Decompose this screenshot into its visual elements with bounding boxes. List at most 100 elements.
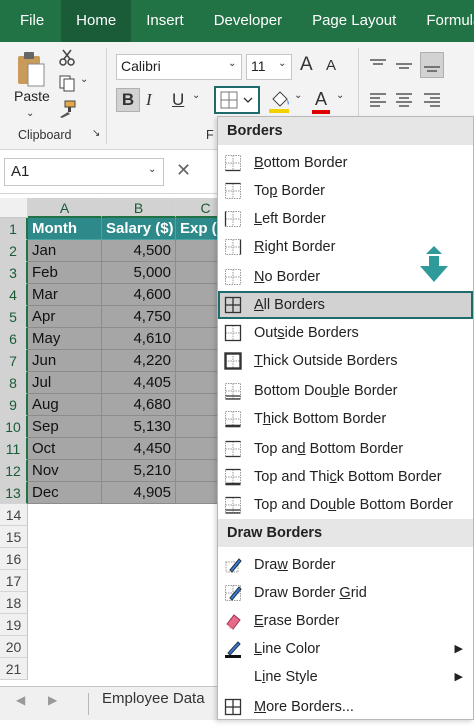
exp-cell[interactable] xyxy=(176,350,218,372)
align-left-icon[interactable] xyxy=(368,90,388,110)
clipboard-launcher-icon[interactable]: ↘ xyxy=(92,128,100,139)
bold-button[interactable]: B xyxy=(116,88,140,112)
exp-cell[interactable] xyxy=(176,262,218,284)
grow-font-button[interactable]: A xyxy=(300,54,313,76)
salary-cell[interactable]: 5,130 xyxy=(102,416,176,438)
tab-home[interactable]: Home xyxy=(61,0,132,42)
salary-cell[interactable]: 5,000 xyxy=(102,262,176,284)
select-all-corner[interactable] xyxy=(0,198,28,218)
row-header[interactable]: 15 xyxy=(0,526,28,548)
font-name-box[interactable]: Calibri xyxy=(116,54,242,80)
month-cell[interactable]: Aug xyxy=(28,394,102,416)
font-color-button[interactable]: A xyxy=(312,88,330,114)
tab-file[interactable]: File xyxy=(0,0,58,42)
salary-cell[interactable]: 4,500 xyxy=(102,240,176,262)
salary-cell[interactable]: 4,220 xyxy=(102,350,176,372)
header-cell-exp[interactable]: Exp ($ xyxy=(176,218,218,240)
fill-color-icon[interactable] xyxy=(268,88,292,114)
row-header[interactable]: 13 xyxy=(0,482,28,504)
row-header[interactable]: 9 xyxy=(0,394,28,416)
menu-item-top-and-bottom-border[interactable]: Top and Bottom Border xyxy=(218,435,473,463)
month-cell[interactable]: Jul xyxy=(28,372,102,394)
menu-item-draw-border-grid[interactable]: Draw Border Grid xyxy=(218,579,473,607)
tab-insert[interactable]: Insert xyxy=(131,0,199,42)
tab-formulas[interactable]: Formulas xyxy=(411,0,474,42)
header-cell-salary[interactable]: Salary ($) xyxy=(102,218,176,240)
menu-item-bottom-border[interactable]: Bottom Border xyxy=(218,149,473,177)
month-cell[interactable]: Jan xyxy=(28,240,102,262)
sheet-scroll-right-icon[interactable]: ▶ xyxy=(48,693,57,707)
row-header[interactable]: 21 xyxy=(0,658,28,680)
row-header[interactable]: 3 xyxy=(0,262,28,284)
row-header[interactable]: 1 xyxy=(0,218,28,240)
name-box-dropdown-icon[interactable]: ⌄ xyxy=(148,164,156,175)
salary-cell[interactable]: 4,600 xyxy=(102,284,176,306)
salary-cell[interactable]: 4,610 xyxy=(102,328,176,350)
exp-cell[interactable] xyxy=(176,482,218,504)
menu-item-thick-bottom-border[interactable]: Thick Bottom Border xyxy=(218,405,473,433)
align-top-icon[interactable] xyxy=(368,56,388,76)
column-header-a[interactable]: A xyxy=(28,198,102,218)
row-header[interactable]: 4 xyxy=(0,284,28,306)
month-cell[interactable]: Feb xyxy=(28,262,102,284)
row-header[interactable]: 17 xyxy=(0,570,28,592)
row-header[interactable]: 20 xyxy=(0,636,28,658)
menu-item-erase-border[interactable]: Erase Border xyxy=(218,607,473,635)
salary-cell[interactable]: 5,210 xyxy=(102,460,176,482)
row-header[interactable]: 7 xyxy=(0,350,28,372)
exp-cell[interactable] xyxy=(176,416,218,438)
menu-item-top-border[interactable]: Top Border xyxy=(218,177,473,205)
menu-item-line-color[interactable]: Line Color ▶ xyxy=(218,635,473,663)
menu-item-draw-border[interactable]: Draw Border xyxy=(218,551,473,579)
underline-dropdown-icon[interactable]: ⌄ xyxy=(192,90,200,101)
font-name-dropdown-icon[interactable]: ⌄ xyxy=(228,58,236,69)
sheet-scroll-left-icon[interactable]: ◀ xyxy=(16,693,25,707)
menu-item-top-and-thick-bottom-border[interactable]: Top and Thick Bottom Border xyxy=(218,463,473,491)
exp-cell[interactable] xyxy=(176,460,218,482)
shrink-font-button[interactable]: A xyxy=(326,57,336,74)
exp-cell[interactable] xyxy=(176,394,218,416)
fill-color-dropdown-icon[interactable]: ⌄ xyxy=(294,90,302,101)
month-cell[interactable]: Dec xyxy=(28,482,102,504)
menu-item-outside-borders[interactable]: Outside Borders xyxy=(218,319,473,347)
salary-cell[interactable]: 4,905 xyxy=(102,482,176,504)
row-header[interactable]: 2 xyxy=(0,240,28,262)
font-color-dropdown-icon[interactable]: ⌄ xyxy=(336,90,344,101)
salary-cell[interactable]: 4,405 xyxy=(102,372,176,394)
month-cell[interactable]: Oct xyxy=(28,438,102,460)
row-header[interactable]: 8 xyxy=(0,372,28,394)
header-cell-month[interactable]: Month xyxy=(28,218,102,240)
paste-dropdown-icon[interactable]: ⌄ xyxy=(26,108,34,119)
cut-icon[interactable] xyxy=(58,48,76,66)
italic-button[interactable]: I xyxy=(146,90,152,110)
month-cell[interactable]: Jun xyxy=(28,350,102,372)
paste-button-label[interactable]: Paste xyxy=(14,88,50,104)
sheet-tab-employee-data[interactable]: Employee Data xyxy=(88,687,220,717)
month-cell[interactable]: Sep xyxy=(28,416,102,438)
menu-item-more-borders[interactable]: More Borders... xyxy=(218,693,473,721)
menu-item-left-border[interactable]: Left Border xyxy=(218,205,473,233)
name-box[interactable]: A1 xyxy=(4,158,164,186)
row-header[interactable]: 16 xyxy=(0,548,28,570)
month-cell[interactable]: May xyxy=(28,328,102,350)
row-header[interactable]: 19 xyxy=(0,614,28,636)
column-header-b[interactable]: B xyxy=(102,198,176,218)
paste-icon[interactable] xyxy=(16,50,46,88)
row-header[interactable]: 14 xyxy=(0,504,28,526)
row-header[interactable]: 6 xyxy=(0,328,28,350)
underline-button[interactable]: U xyxy=(172,90,184,110)
menu-item-thick-outside-borders[interactable]: Thick Outside Borders xyxy=(218,347,473,375)
salary-cell[interactable]: 4,750 xyxy=(102,306,176,328)
menu-item-top-and-double-bottom-border[interactable]: Top and Double Bottom Border xyxy=(218,491,473,519)
exp-cell[interactable] xyxy=(176,372,218,394)
month-cell[interactable]: Nov xyxy=(28,460,102,482)
exp-cell[interactable] xyxy=(176,306,218,328)
salary-cell[interactable]: 4,680 xyxy=(102,394,176,416)
menu-item-bottom-double-border[interactable]: Bottom Double Border xyxy=(218,377,473,405)
align-center-icon[interactable] xyxy=(394,90,414,110)
row-header[interactable]: 11 xyxy=(0,438,28,460)
cancel-entry-icon[interactable]: ✕ xyxy=(176,160,191,181)
tab-developer[interactable]: Developer xyxy=(199,0,297,42)
font-size-dropdown-icon[interactable]: ⌄ xyxy=(278,58,286,69)
row-header[interactable]: 12 xyxy=(0,460,28,482)
